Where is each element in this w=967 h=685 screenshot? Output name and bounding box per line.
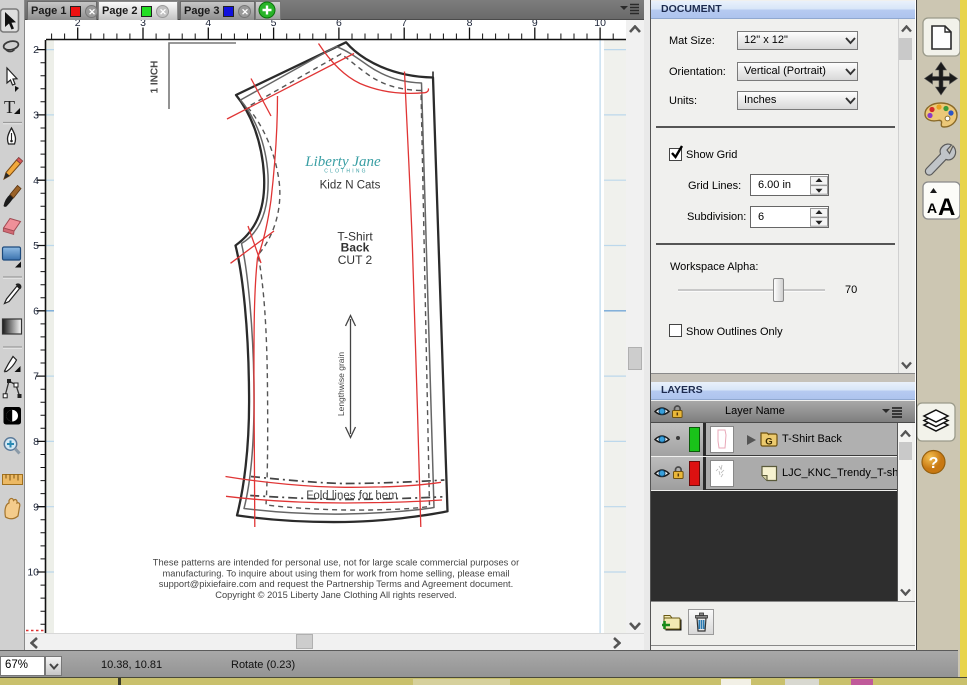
svg-text:8: 8 (467, 20, 473, 29)
svg-text:7: 7 (33, 371, 39, 383)
svg-text:support@pixiefaire.com and req: support@pixiefaire.com and request the P… (159, 579, 513, 589)
svg-text:8: 8 (33, 436, 39, 448)
svg-text:Kidz N Cats: Kidz N Cats (320, 180, 381, 192)
svg-text:Fold lines for hem: Fold lines for hem (306, 490, 397, 502)
svg-text:3: 3 (33, 110, 39, 122)
svg-text:T: T (4, 97, 15, 117)
svg-text:5: 5 (271, 20, 277, 29)
svg-text:These patterns are intended fo: These patterns are intended for personal… (153, 558, 519, 568)
svg-text:2: 2 (33, 44, 39, 56)
svg-text:A: A (938, 194, 955, 221)
svg-text:manufacturing. To inquire abou: manufacturing. To inquire about using th… (162, 568, 509, 578)
svg-text:7: 7 (401, 20, 407, 29)
svg-text:5: 5 (33, 240, 39, 252)
svg-text:10: 10 (594, 20, 606, 29)
svg-text:?: ? (929, 455, 939, 472)
svg-text:Lengthwise grain: Lengthwise grain (336, 352, 346, 417)
svg-text:A: A (927, 200, 937, 216)
svg-text:CLOTHING: CLOTHING (324, 169, 367, 175)
svg-text:9: 9 (33, 501, 39, 513)
svg-text:2: 2 (75, 20, 81, 29)
svg-text:3: 3 (140, 20, 146, 29)
svg-text:9: 9 (532, 20, 538, 29)
svg-text:G: G (765, 437, 772, 448)
svg-text:10: 10 (27, 567, 39, 579)
svg-text:CUT 2: CUT 2 (338, 253, 373, 267)
svg-text:6: 6 (33, 305, 39, 317)
svg-text:1 INCH: 1 INCH (150, 61, 161, 94)
svg-text:Copyright © 2015 Liberty Jane: Copyright © 2015 Liberty Jane Clothing A… (215, 590, 456, 600)
svg-text:4: 4 (33, 175, 39, 187)
svg-text:4: 4 (205, 20, 211, 29)
svg-text:6: 6 (336, 20, 342, 29)
